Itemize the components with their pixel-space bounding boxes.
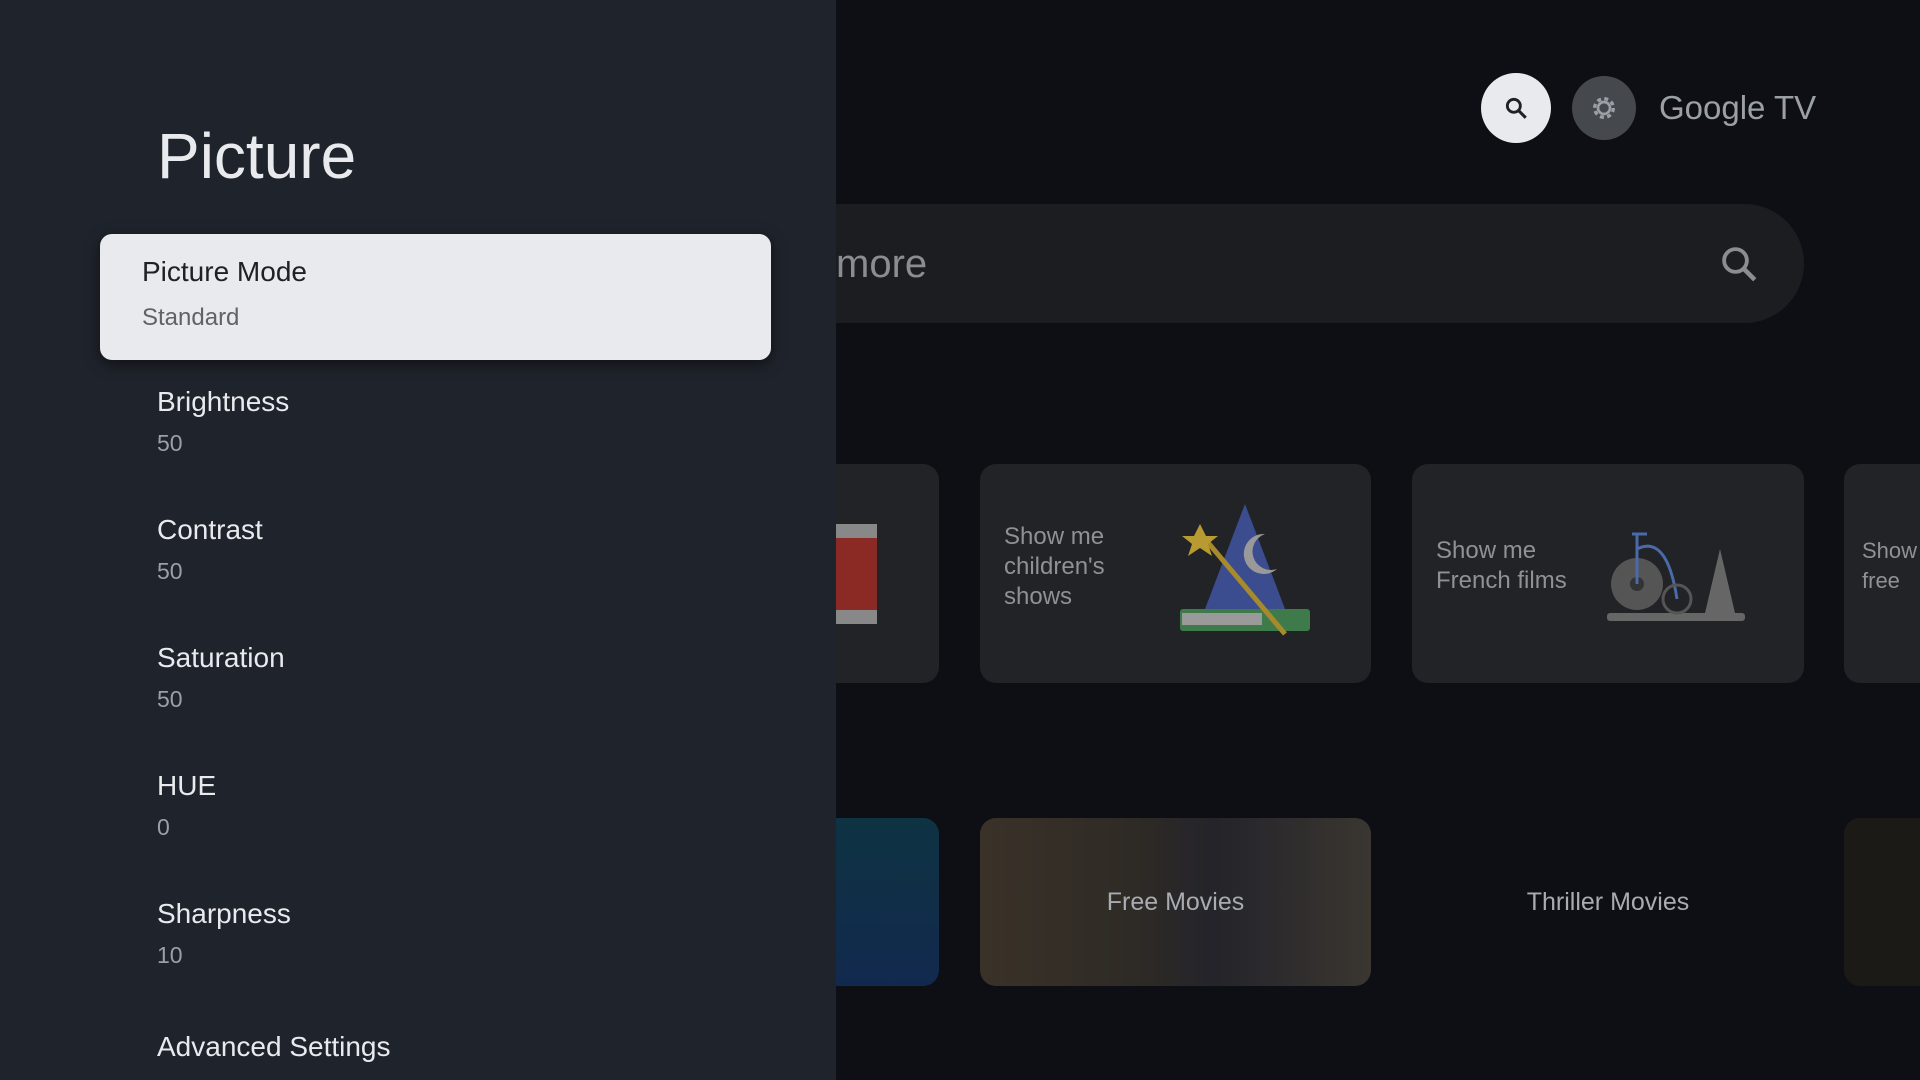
- setting-hue[interactable]: HUE 0: [157, 769, 777, 879]
- setting-value: 10: [157, 942, 183, 968]
- setting-value: 50: [157, 430, 183, 456]
- collection-card[interactable]: [1844, 818, 1920, 986]
- wizard-hat-icon: [1180, 504, 1310, 636]
- suggestion-card[interactable]: Show me French films: [1412, 464, 1804, 683]
- setting-label: Contrast: [157, 514, 263, 545]
- setting-sharpness[interactable]: Sharpness 10: [157, 897, 777, 1007]
- card-text: Show me: [1004, 523, 1105, 550]
- card-text: free: [1862, 568, 1900, 593]
- setting-label: Saturation: [157, 642, 285, 673]
- setting-value: Standard: [142, 304, 240, 331]
- setting-saturation[interactable]: Saturation 50: [157, 641, 777, 751]
- film-strip-icon: [836, 524, 877, 624]
- setting-label: Sharpness: [157, 898, 291, 929]
- card-text: French films: [1436, 567, 1567, 594]
- suggestion-card[interactable]: Show free: [1844, 464, 1920, 683]
- setting-label: Advanced Settings: [157, 1031, 391, 1062]
- picture-settings-panel: Picture Picture Mode Standard Brightness…: [0, 0, 836, 1080]
- gear-icon: [1593, 97, 1615, 119]
- card-text: Show: [1862, 538, 1918, 563]
- search-icon: [1722, 247, 1757, 282]
- card-text: children's: [1004, 553, 1105, 580]
- collection-card-thriller-movies[interactable]: Thriller Movies: [1412, 818, 1804, 986]
- setting-value: 0: [157, 814, 170, 840]
- setting-advanced-settings[interactable]: Advanced Settings: [157, 1030, 777, 1080]
- setting-value: 50: [157, 558, 183, 584]
- search-button[interactable]: [1481, 73, 1551, 143]
- setting-label: HUE: [157, 770, 217, 801]
- collection-label: Free Movies: [1106, 887, 1245, 916]
- setting-label: Picture Mode: [142, 256, 307, 287]
- card-text: shows: [1004, 583, 1073, 610]
- card-text: Show me: [1436, 537, 1537, 564]
- google-tv-logo: Google TV: [1659, 89, 1817, 126]
- setting-label: Brightness: [157, 386, 290, 417]
- search-bar-text: more: [836, 242, 928, 286]
- search-icon: [1505, 97, 1527, 119]
- collection-label: Thriller Movies: [1526, 887, 1690, 916]
- settings-button[interactable]: [1572, 76, 1636, 140]
- panel-title: Picture: [157, 120, 357, 192]
- setting-value: 50: [157, 686, 183, 712]
- setting-brightness[interactable]: Brightness 50: [157, 385, 777, 495]
- bicycle-eiffel-icon: [1607, 532, 1745, 621]
- setting-contrast[interactable]: Contrast 50: [157, 513, 777, 623]
- suggestion-card[interactable]: Show me children's shows: [980, 464, 1371, 683]
- setting-picture-mode[interactable]: Picture Mode Standard: [100, 234, 771, 360]
- collection-card-free-movies[interactable]: Free Movies: [980, 818, 1371, 986]
